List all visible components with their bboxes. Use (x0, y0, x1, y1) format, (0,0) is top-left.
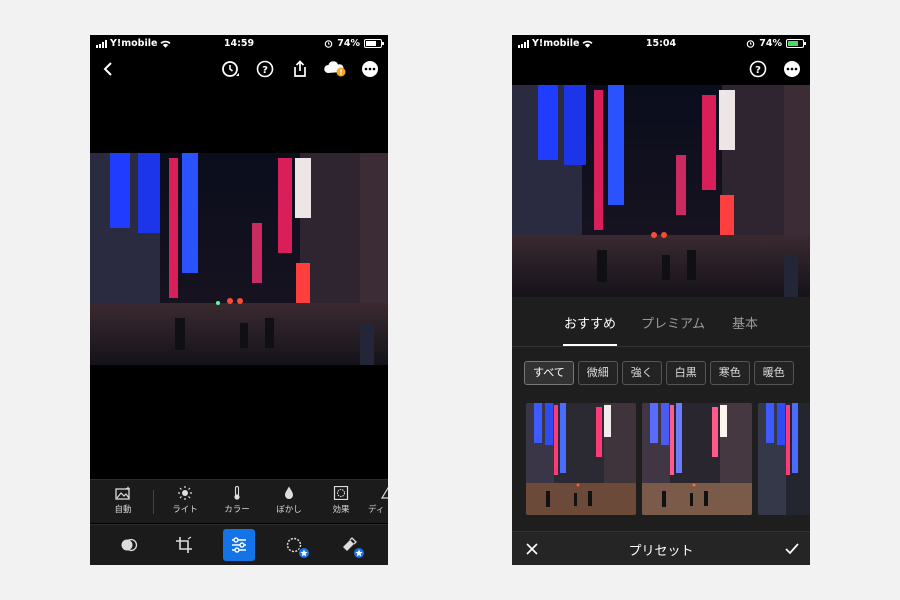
blur-icon (285, 486, 293, 499)
tool-label: カラー (224, 505, 250, 515)
more-icon[interactable] (358, 57, 382, 81)
status-bar: Y!mobile 14:59 74% (90, 35, 388, 53)
tool-label: ディ (368, 505, 385, 515)
adjust-tool-strip: 自動 ライト カラー ぼかし 効果 ディ (90, 479, 388, 523)
effects-icon (333, 486, 349, 500)
chip-warm[interactable]: 暖色 (753, 361, 794, 385)
premium-star-icon (353, 547, 365, 559)
preset-preview-image (758, 403, 810, 515)
top-toolbar: ? (512, 53, 810, 85)
battery-percent: 74% (759, 38, 782, 49)
crop-mode-button[interactable] (168, 529, 200, 561)
battery-percent: 74% (337, 38, 360, 49)
help-icon[interactable]: ? (253, 57, 277, 81)
preset-panel: おすすめ プレミアム 基本 すべて 微細 強く 白黒 寒色 暖色 プリセット (512, 297, 810, 565)
history-icon[interactable] (218, 57, 242, 81)
phone-screen-edit: Y!mobile 14:59 74% ? 自動 ライト カラー ぼかし 効果 デ… (90, 35, 388, 565)
tab-basic[interactable]: 基本 (732, 313, 758, 332)
chip-subtle[interactable]: 微細 (577, 361, 618, 385)
chip-cool[interactable]: 寒色 (709, 361, 750, 385)
night-street-image (90, 153, 388, 365)
tool-detail[interactable]: ディ (368, 486, 388, 515)
selective-mode-button[interactable] (278, 529, 310, 561)
preset-thumbnail[interactable] (526, 403, 636, 515)
tool-color[interactable]: カラー (217, 486, 257, 515)
preset-preview-image (642, 403, 752, 515)
auto-icon (115, 486, 131, 500)
tool-light[interactable]: ライト (165, 486, 205, 515)
crop-icon (176, 536, 192, 553)
preset-tabs: おすすめ プレミアム 基本 (512, 297, 810, 347)
tool-divider (153, 490, 154, 514)
tool-label: ライト (172, 505, 198, 515)
cloud-warning-icon[interactable] (323, 57, 347, 81)
chip-strong[interactable]: 強く (621, 361, 662, 385)
preset-thumbnail[interactable] (642, 403, 752, 515)
tool-effects[interactable]: 効果 (321, 486, 361, 515)
preset-thumbnails (526, 403, 810, 515)
preset-footer-title: プリセット (628, 544, 694, 559)
light-icon (178, 486, 192, 500)
active-tab-indicator (563, 344, 617, 346)
presets-icon (121, 538, 138, 552)
presets-mode-button[interactable] (113, 529, 145, 561)
chip-all[interactable]: すべて (524, 361, 574, 385)
more-icon[interactable] (780, 57, 804, 81)
tool-label: 効果 (332, 505, 350, 515)
svg-text:?: ? (262, 65, 268, 76)
battery-icon (364, 39, 384, 48)
night-street-image (512, 85, 810, 297)
premium-star-icon (298, 547, 310, 559)
photo-preview[interactable] (90, 153, 388, 365)
back-arrow-icon[interactable] (96, 57, 120, 81)
tab-recommended[interactable]: おすすめ (564, 313, 616, 332)
checkmark-icon[interactable] (780, 537, 804, 561)
help-icon[interactable]: ? (746, 57, 770, 81)
share-icon[interactable] (288, 57, 312, 81)
tool-auto[interactable]: 自動 (103, 486, 143, 515)
tab-premium[interactable]: プレミアム (641, 313, 705, 332)
preset-filter-chips: すべて 微細 強く 白黒 寒色 暖色 (524, 361, 810, 387)
tool-blur[interactable]: ぼかし (269, 486, 309, 515)
svg-text:?: ? (755, 65, 761, 76)
preset-preview-image (526, 403, 636, 515)
edit-sliders-icon (232, 537, 246, 553)
preset-thumbnail[interactable] (758, 403, 810, 515)
edit-mode-button[interactable] (223, 529, 255, 561)
healing-mode-button[interactable] (333, 529, 365, 561)
alarm-icon (324, 40, 333, 48)
tool-label: ぼかし (276, 505, 302, 515)
phone-screen-presets: Y!mobile 15:04 74% ? おすすめ プレミアム 基本 すべて 微… (512, 35, 810, 565)
mode-toolbar (90, 524, 388, 565)
tool-label: 自動 (114, 505, 132, 515)
photo-preview[interactable] (512, 85, 810, 297)
color-icon (234, 486, 240, 500)
preset-footer-bar: プリセット (512, 531, 810, 565)
alarm-icon (746, 40, 755, 48)
battery-charging-icon (786, 39, 806, 48)
chip-bw[interactable]: 白黒 (665, 361, 706, 385)
detail-icon (380, 486, 388, 499)
top-toolbar: ? (90, 53, 388, 85)
status-bar: Y!mobile 15:04 74% (512, 35, 810, 53)
